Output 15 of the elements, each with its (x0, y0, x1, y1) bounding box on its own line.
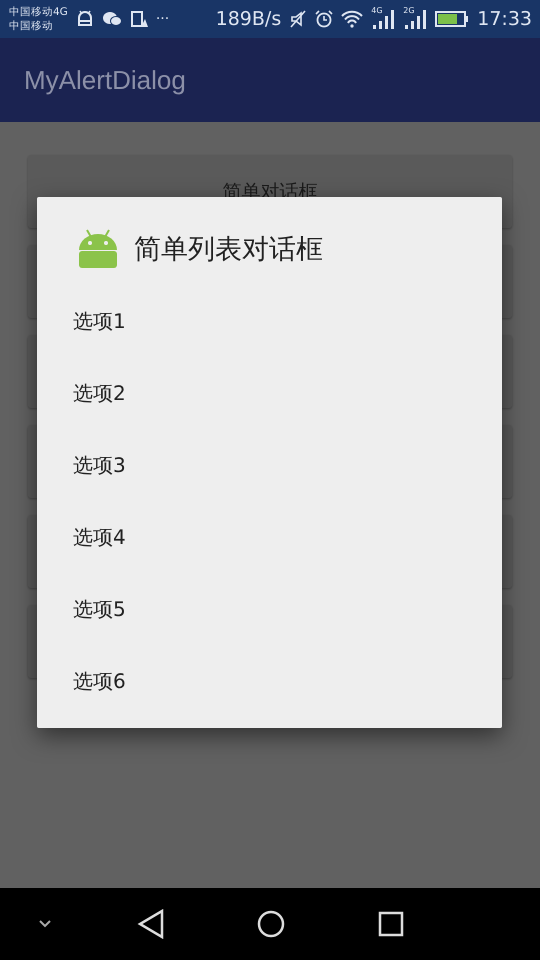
dialog-title: 简单列表对话框 (134, 233, 323, 267)
more-icon: ··· (156, 11, 170, 27)
list-item[interactable]: 选项6 (37, 645, 502, 717)
network-type: 2G (403, 6, 415, 15)
list-item[interactable]: 选项4 (37, 501, 502, 573)
network-type: 4G (371, 6, 383, 15)
clock: 17:33 (477, 8, 532, 30)
carrier-name: 中国移动 (9, 19, 54, 33)
app-title: MyAlertDialog (24, 64, 186, 96)
list-item[interactable]: 选项3 (37, 429, 502, 501)
carrier-name: 中国移动4G (9, 5, 68, 19)
list-item[interactable]: 选项2 (37, 357, 502, 429)
network-speed: 189B/s (216, 8, 282, 30)
list-item[interactable]: 选项1 (37, 285, 502, 357)
list-item[interactable]: 选项5 (37, 573, 502, 645)
